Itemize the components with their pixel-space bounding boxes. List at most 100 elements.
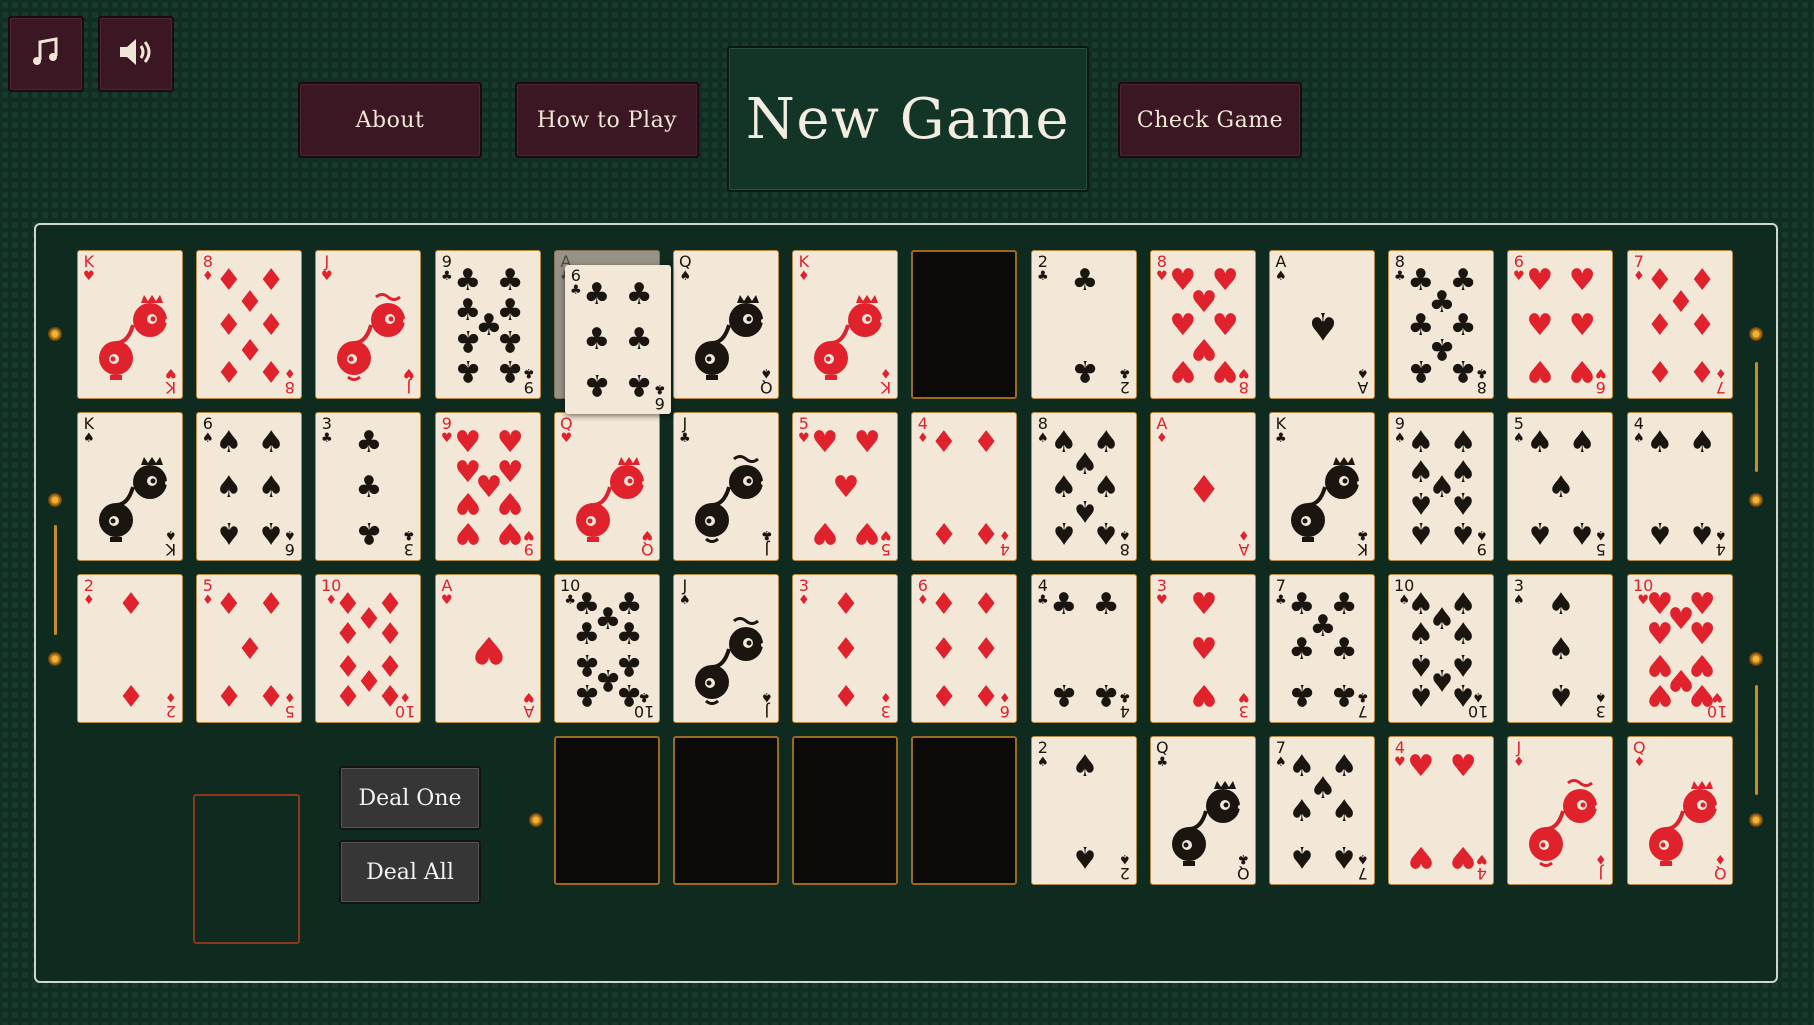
card-index: 8 ♦ (202, 254, 214, 285)
card[interactable]: 9 ♥ 9 ♥ ♥ ♥ ♥ ♥ ♥ ♥ ♥ ♥ ♥ (435, 412, 541, 561)
card[interactable]: 3 ♠ 3 ♠ ♠ ♠ ♠ (1507, 574, 1613, 723)
card[interactable]: 4 ♥ 4 ♥ ♥ ♥ ♥ ♥ (1388, 736, 1494, 885)
card-index: 3 ♦ (880, 689, 892, 721)
face-illustration (803, 275, 889, 389)
card-index: 8 ♥ (1156, 254, 1168, 285)
heart-icon: ♥ (1568, 353, 1596, 389)
card[interactable]: 8 ♥ 8 ♥ ♥ ♥ ♥ ♥ ♥ ♥ ♥ ♥ (1150, 250, 1256, 399)
heart-icon: ♥ (1513, 269, 1525, 284)
card[interactable]: Q ♦ Q ♦ (1627, 736, 1733, 885)
card[interactable]: J ♥ J ♥ (315, 250, 421, 399)
card[interactable]: 4 ♠ 4 ♠ ♠ ♠ ♠ ♠ (1627, 412, 1733, 561)
card[interactable]: 9 ♠ 9 ♠ ♠ ♠ ♠ ♠ ♠ ♠ ♠ ♠ ♠ (1388, 412, 1494, 561)
card[interactable]: A ♦ A ♦ ♦ (1150, 412, 1256, 561)
club-icon: ♣ (496, 353, 524, 389)
face-illustration (1518, 761, 1604, 875)
diamond-icon: ♦ (832, 631, 860, 667)
card[interactable]: 3 ♣ 3 ♣ ♣ ♣ ♣ (315, 412, 421, 561)
club-icon: ♣ (1037, 269, 1049, 284)
card[interactable]: 5 ♠ 5 ♠ ♠ ♠ ♠ ♠ ♠ (1507, 412, 1613, 561)
music-toggle-button[interactable] (8, 16, 84, 92)
card-rank: 7 (1358, 864, 1369, 883)
stock-pile[interactable] (193, 794, 300, 944)
card[interactable]: J ♣ J ♣ (673, 412, 779, 561)
card[interactable]: A ♥ A ♥ ♥ (435, 574, 541, 723)
card[interactable]: 2 ♦ 2 ♦ ♦ ♦ (77, 574, 183, 723)
card[interactable]: Q ♠ Q ♠ (673, 250, 779, 399)
heart-icon: ♥ (1394, 755, 1406, 770)
face-illustration (684, 437, 770, 551)
card[interactable]: 7 ♦ 7 ♦ ♦ ♦ ♦ ♦ ♦ ♦ ♦ (1627, 250, 1733, 399)
card[interactable]: 6 ♦ 6 ♦ ♦ ♦ ♦ ♦ ♦ ♦ (911, 574, 1017, 723)
deal-all-button[interactable]: Deal All (339, 840, 481, 904)
card[interactable]: 4 ♣ 4 ♣ ♣ ♣ ♣ ♣ (1031, 574, 1137, 723)
card[interactable]: 9 ♣ 9 ♣ ♣ ♣ ♣ ♣ ♣ ♣ ♣ ♣ ♣ (435, 250, 541, 399)
card[interactable]: 10 ♠ 10 ♠ ♠ ♠ ♠ ♠ ♠ ♠ ♠ ♠ ♠ ♠ (1388, 574, 1494, 723)
diamond-icon: ♦ (972, 677, 1000, 713)
deal-one-button[interactable]: Deal One (339, 766, 481, 830)
card[interactable]: K ♣ K ♣ (1269, 412, 1375, 561)
ornament (48, 327, 62, 341)
spade-icon: ♠ (1407, 424, 1435, 460)
card[interactable]: 6 ♠ 6 ♠ ♠ ♠ ♠ ♠ ♠ ♠ (196, 412, 302, 561)
empty-slot[interactable] (792, 736, 898, 885)
check-game-button[interactable]: Check Game (1118, 82, 1302, 158)
spade-icon: ♠ (1330, 839, 1358, 875)
sound-toggle-button[interactable] (98, 16, 174, 92)
card-rank: 9 (1477, 540, 1488, 559)
club-icon: ♣ (355, 515, 383, 551)
card[interactable]: 3 ♦ 3 ♦ ♦ ♦ ♦ (792, 574, 898, 723)
diamond-icon: ♦ (832, 677, 860, 713)
card[interactable]: 5 ♦ 5 ♦ ♦ ♦ ♦ ♦ ♦ (196, 574, 302, 723)
card[interactable]: 6 ♥ 6 ♥ ♥ ♥ ♥ ♥ ♥ ♥ (1507, 250, 1613, 399)
spade-icon: ♠ (1357, 851, 1369, 866)
ornament (48, 652, 62, 666)
how-to-play-button[interactable]: How to Play (515, 82, 699, 158)
card[interactable]: K ♥ K ♥ (77, 250, 183, 399)
card[interactable]: 10 ♣ 10 ♣ ♣ ♣ ♣ ♣ ♣ ♣ ♣ ♣ ♣ ♣ (554, 574, 660, 723)
new-game-button[interactable]: New Game (727, 46, 1089, 192)
about-button[interactable]: About (298, 82, 482, 158)
card[interactable]: 4 ♦ 4 ♦ ♦ ♦ ♦ ♦ (911, 412, 1017, 561)
diamond-icon: ♦ (972, 424, 1000, 460)
empty-slot[interactable] (673, 736, 779, 885)
card[interactable]: K ♠ K ♠ (77, 412, 183, 561)
card[interactable]: 8 ♦ 8 ♦ ♦ ♦ ♦ ♦ ♦ ♦ ♦ ♦ (196, 250, 302, 399)
heart-icon: ♥ (523, 527, 535, 542)
spade-icon: ♠ (1275, 269, 1287, 284)
spade-icon: ♠ (1288, 839, 1316, 875)
spade-icon: ♠ (1071, 748, 1099, 784)
face-illustration (88, 275, 174, 389)
card[interactable]: Q ♥ Q ♥ (554, 412, 660, 561)
card[interactable]: Q ♣ Q ♣ (1150, 736, 1256, 885)
card-index: 8 ♣ (1476, 365, 1488, 397)
card-index: 3 ♥ (1156, 578, 1168, 609)
heart-icon: ♥ (1238, 365, 1250, 380)
card[interactable]: 8 ♣ 8 ♣ ♣ ♣ ♣ ♣ ♣ ♣ ♣ ♣ (1388, 250, 1494, 399)
card[interactable]: 10 ♦ 10 ♦ ♦ ♦ ♦ ♦ ♦ ♦ ♦ ♦ ♦ ♦ (315, 574, 421, 723)
ornament-bar (54, 525, 57, 635)
card[interactable]: 3 ♥ 3 ♥ ♥ ♥ ♥ (1150, 574, 1256, 723)
empty-slot[interactable] (911, 250, 1017, 399)
ornament (1749, 813, 1763, 827)
card[interactable]: 2 ♣ 2 ♣ ♣ ♣ (1031, 250, 1137, 399)
card[interactable]: A ♠ A ♠ ♠ (1269, 250, 1375, 399)
empty-slot[interactable] (911, 736, 1017, 885)
dragging-card[interactable]: 6 ♣ 6 ♣ ♣ ♣ ♣ ♣ ♣ ♣ (565, 265, 671, 414)
spade-icon: ♠ (1526, 424, 1554, 460)
heart-icon: ♥ (1190, 677, 1218, 713)
card-index: 7 ♠ (1357, 851, 1369, 883)
card[interactable]: 7 ♣ 7 ♣ ♣ ♣ ♣ ♣ ♣ ♣ ♣ (1269, 574, 1375, 723)
card[interactable]: 2 ♠ 2 ♠ ♠ ♠ (1031, 736, 1137, 885)
card[interactable]: 7 ♠ 7 ♠ ♠ ♠ ♠ ♠ ♠ ♠ ♠ (1269, 736, 1375, 885)
card[interactable]: 5 ♥ 5 ♥ ♥ ♥ ♥ ♥ ♥ (792, 412, 898, 561)
card[interactable]: J ♠ J ♠ (673, 574, 779, 723)
card[interactable]: 8 ♠ 8 ♠ ♠ ♠ ♠ ♠ ♠ ♠ ♠ ♠ (1031, 412, 1137, 561)
diamond-icon: ♦ (117, 586, 145, 622)
card[interactable]: 10 ♥ 10 ♥ ♥ ♥ ♥ ♥ ♥ ♥ ♥ ♥ ♥ ♥ (1627, 574, 1733, 723)
card-rank: 7 (1358, 702, 1369, 721)
diamond-icon: ♦ (236, 631, 264, 667)
card[interactable]: K ♦ K ♦ (792, 250, 898, 399)
empty-slot[interactable] (554, 736, 660, 885)
card[interactable]: J ♦ J ♦ (1507, 736, 1613, 885)
